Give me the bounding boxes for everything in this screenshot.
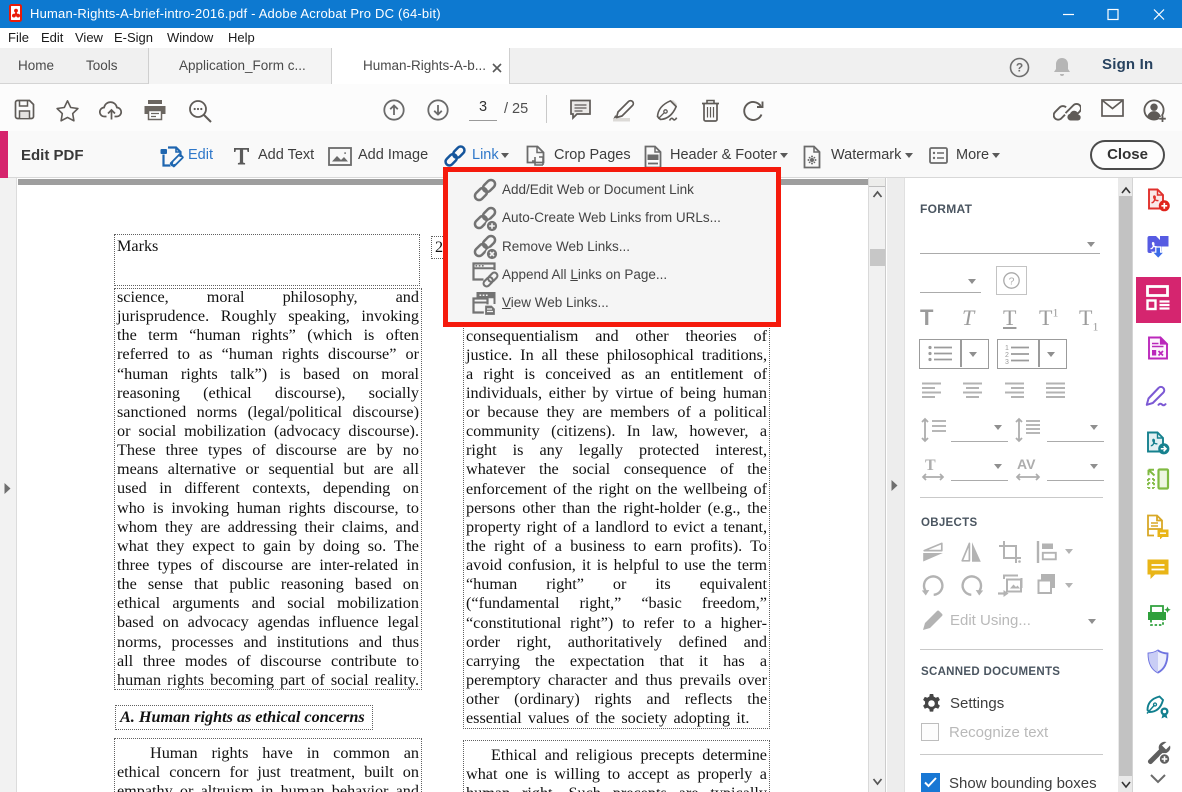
svg-text:3: 3 xyxy=(1005,359,1009,364)
svg-text:AV: AV xyxy=(1017,456,1036,472)
svg-text:?: ? xyxy=(1009,275,1015,287)
svg-text:?: ? xyxy=(1016,61,1023,75)
svg-text:2: 2 xyxy=(1005,352,1009,359)
svg-text:1: 1 xyxy=(1005,345,1009,352)
svg-text:T: T xyxy=(925,457,936,474)
